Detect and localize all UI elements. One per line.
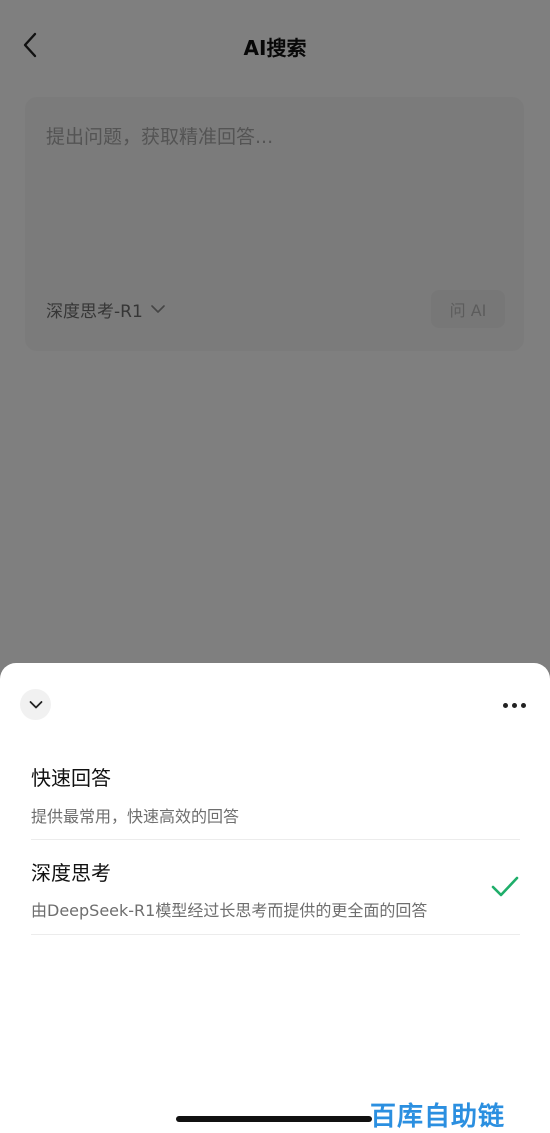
option-description: 提供最常用，快速高效的回答 [31,807,240,826]
more-options-button[interactable] [496,693,532,717]
more-dots-icon [502,702,508,708]
option-quick-answer[interactable]: 快速回答 提供最常用，快速高效的回答 [31,741,520,840]
watermark-logo: 百库自助链 [370,1102,506,1132]
chevron-down-icon [29,700,42,708]
mode-bottom-sheet: 快速回答 提供最常用，快速高效的回答 深度思考 由DeepSeek-R1模型经过… [0,663,550,1133]
option-title: 深度思考 [31,861,111,885]
option-description: 由DeepSeek-R1模型经过长思考而提供的更全面的回答 [31,901,428,920]
more-dots-icon [511,702,517,708]
checkmark-icon [491,876,519,897]
home-indicator[interactable] [176,1116,372,1122]
option-title: 快速回答 [31,766,111,790]
more-dots-icon [520,702,526,708]
collapse-sheet-button[interactable] [20,689,51,720]
option-deep-thinking[interactable]: 深度思考 由DeepSeek-R1模型经过长思考而提供的更全面的回答 [31,840,520,935]
